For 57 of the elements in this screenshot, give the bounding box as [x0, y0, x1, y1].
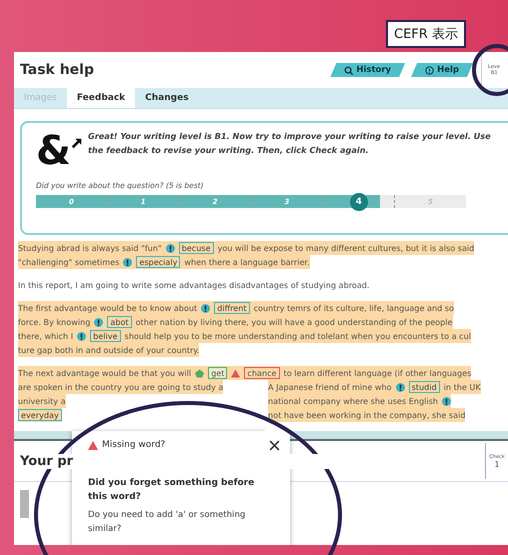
warning-icon	[231, 368, 240, 378]
flagged-word[interactable]: chance	[244, 367, 280, 379]
feedback-message: Great! Your writing level is B1. Now try to improve your writing to raise your level. Use the feedback to revise your writing. Then, click Check again.	[88, 130, 492, 157]
score-marker[interactable]: 4	[350, 192, 368, 210]
essay-text: force. By knowing	[18, 317, 90, 327]
info-icon	[77, 332, 86, 340]
flagged-word[interactable]: get	[208, 367, 228, 379]
essay-text: The next advantage would be that you will	[18, 368, 192, 378]
flagged-word[interactable]: especialy	[136, 256, 180, 268]
essay-text: national company where she uses English	[268, 396, 438, 406]
info-icon	[396, 382, 405, 392]
help-button[interactable]: Help	[411, 63, 473, 77]
popup-question: Did you forget something before this word?	[87, 477, 256, 504]
essay-text: country temrs of its culture, life, language and so	[254, 303, 454, 313]
essay-text: ture gap both in and outside of your country.	[18, 345, 200, 355]
history-button[interactable]: History	[330, 63, 406, 77]
close-icon	[269, 440, 280, 450]
popup-title: Missing word?	[102, 440, 166, 450]
flagged-word[interactable]: studid	[408, 381, 440, 393]
essay-text: other nation by living there, you will have a good understanding of the people	[136, 317, 453, 327]
essay-text: Studying abrad is always said "fun"	[18, 243, 162, 253]
essay-text: not have been working in the company, she said	[268, 410, 466, 420]
arrow-icon	[70, 137, 83, 149]
info-icon	[123, 258, 132, 266]
scroll-bar	[20, 490, 29, 518]
essay-text: to learn different language (if other languages	[284, 368, 472, 378]
flagged-word[interactable]: becuse	[178, 242, 214, 254]
tab[interactable]: Changes	[135, 88, 199, 108]
panel-title: Task help	[19, 62, 95, 78]
tab[interactable]: Feedback	[66, 88, 136, 108]
essay-text: you will be expose to many different cultures, but it is also said	[218, 243, 474, 253]
check-count: 1	[494, 460, 500, 468]
essay-text: The first advantage would be to know about	[18, 303, 198, 313]
essay-text: A Japanese friend of mine who	[268, 382, 392, 392]
callout-label: CEFR 表示	[386, 20, 466, 48]
info-icon	[425, 66, 434, 74]
flagged-word[interactable]: abot	[107, 316, 132, 328]
essay-text: there, which I	[18, 331, 74, 341]
essay-text: "challenging" sometimes	[18, 257, 120, 267]
flagged-word[interactable]: everyday	[18, 409, 62, 421]
essay-text: should help you to be more understanding and tolelant when you encounters to a cul	[124, 331, 471, 341]
info-icon	[201, 304, 210, 312]
essay-text: when there a language barrier.	[184, 257, 310, 267]
popup-hint: Do you need to add 'a' or something similar?	[87, 509, 246, 536]
info-icon	[166, 244, 175, 252]
pentagon-icon	[195, 368, 204, 378]
essay-text: In this report, I am going to write some advantages disadvantages of studying abroad.	[18, 280, 370, 290]
flagged-word[interactable]: diffrent	[214, 302, 250, 314]
essay-text: are spoken in the country you are going to study a	[18, 382, 224, 392]
essay-text: university a	[18, 396, 66, 406]
info-icon	[442, 396, 451, 406]
essay-text: in the UK	[444, 382, 481, 392]
info-icon	[94, 318, 104, 326]
flagged-word[interactable]: belive	[90, 330, 120, 342]
search-icon	[344, 66, 354, 74]
ampersand-logo: &	[36, 129, 71, 173]
close-button[interactable]	[269, 440, 280, 450]
